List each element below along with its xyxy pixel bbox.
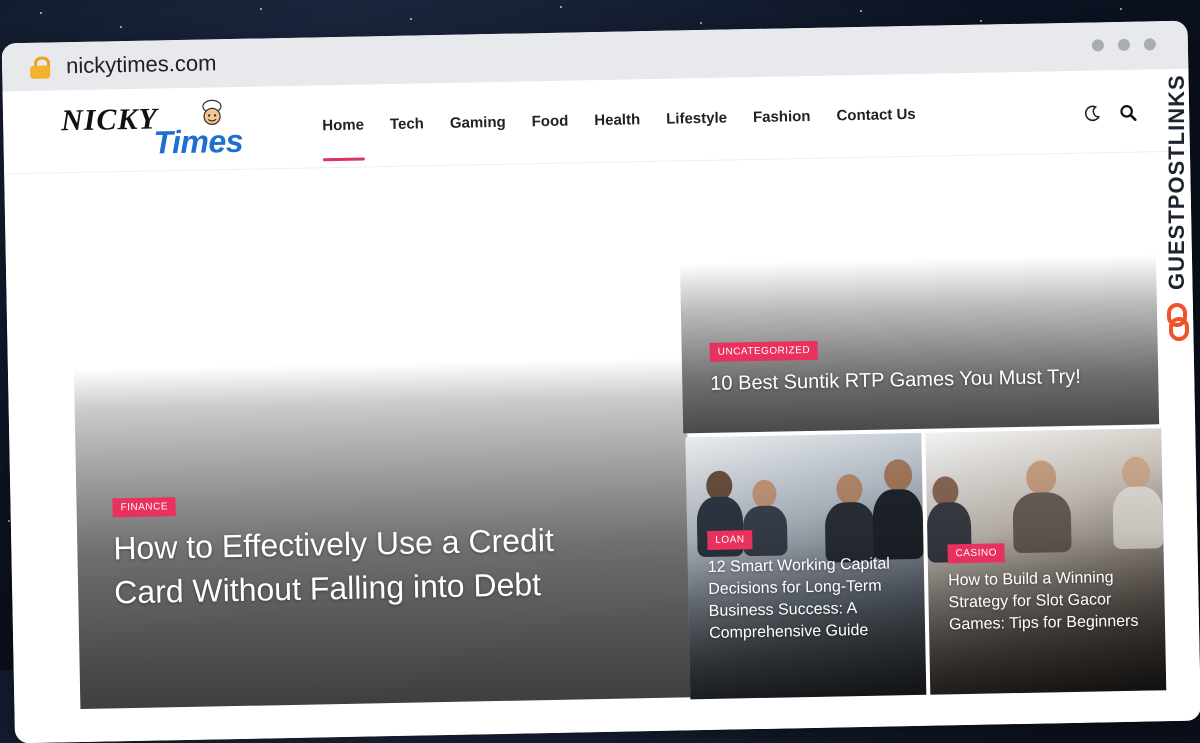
main-navigation: Home Tech Gaming Food Health Lifestyle F… xyxy=(309,101,929,167)
post-title[interactable]: How to Build a Winning Strategy for Slot… xyxy=(948,567,1149,637)
logo-word-times: Times xyxy=(153,122,244,161)
moon-icon[interactable] xyxy=(1083,104,1101,122)
search-icon[interactable] xyxy=(1119,104,1137,122)
featured-post-loan[interactable]: LOAN 12 Smart Working Capital Decisions … xyxy=(685,432,927,700)
category-badge[interactable]: CASINO xyxy=(947,543,1006,564)
featured-area: FINANCE How to Effectively Use a Credit … xyxy=(4,151,1200,743)
window-dot-icon[interactable] xyxy=(1091,39,1105,52)
window-dot-icon[interactable] xyxy=(1117,38,1130,51)
window-controls xyxy=(1091,38,1156,52)
chain-link-icon xyxy=(1167,303,1189,341)
nav-item-contact-us[interactable]: Contact Us xyxy=(823,101,929,157)
nav-item-gaming[interactable]: Gaming xyxy=(437,109,520,165)
browser-scene: nickytimes.com NICKY Times Home Tech Gam… xyxy=(0,0,1200,743)
post-title[interactable]: How to Effectively Use a Credit Card Wit… xyxy=(113,517,585,614)
header-actions xyxy=(1083,104,1137,123)
nav-item-health[interactable]: Health xyxy=(581,106,654,161)
featured-post-top[interactable]: UNCATEGORIZED 10 Best Suntik RTP Games Y… xyxy=(679,254,1160,434)
post-title[interactable]: 10 Best Suntik RTP Games You Must Try! xyxy=(710,363,1130,397)
post-title[interactable]: 12 Smart Working Capital Decisions for L… xyxy=(708,553,910,645)
nav-item-fashion[interactable]: Fashion xyxy=(740,103,825,159)
window-dot-icon[interactable] xyxy=(1143,38,1156,51)
nav-item-tech[interactable]: Tech xyxy=(377,110,438,165)
category-badge[interactable]: LOAN xyxy=(707,530,753,550)
category-badge[interactable]: FINANCE xyxy=(112,497,177,518)
guestpostlinks-watermark: GUESTPOSTLINKS xyxy=(1160,58,1196,358)
category-badge[interactable]: UNCATEGORIZED xyxy=(709,340,819,362)
site-logo[interactable]: NICKY Times xyxy=(60,99,272,164)
browser-window: nickytimes.com NICKY Times Home Tech Gam… xyxy=(1,20,1200,743)
nav-item-home[interactable]: Home xyxy=(309,111,378,166)
featured-post-casino[interactable]: CASINO How to Build a Winning Strategy f… xyxy=(925,428,1167,695)
address-bar-url[interactable]: nickytimes.com xyxy=(66,50,217,79)
lock-icon xyxy=(30,56,51,79)
watermark-text: GUESTPOSTLINKS xyxy=(1164,74,1189,290)
logo-word-nicky: NICKY xyxy=(60,102,159,138)
nav-item-food[interactable]: Food xyxy=(518,107,582,162)
featured-post-main[interactable]: FINANCE How to Effectively Use a Credit … xyxy=(73,357,693,710)
nav-item-lifestyle[interactable]: Lifestyle xyxy=(653,104,741,160)
